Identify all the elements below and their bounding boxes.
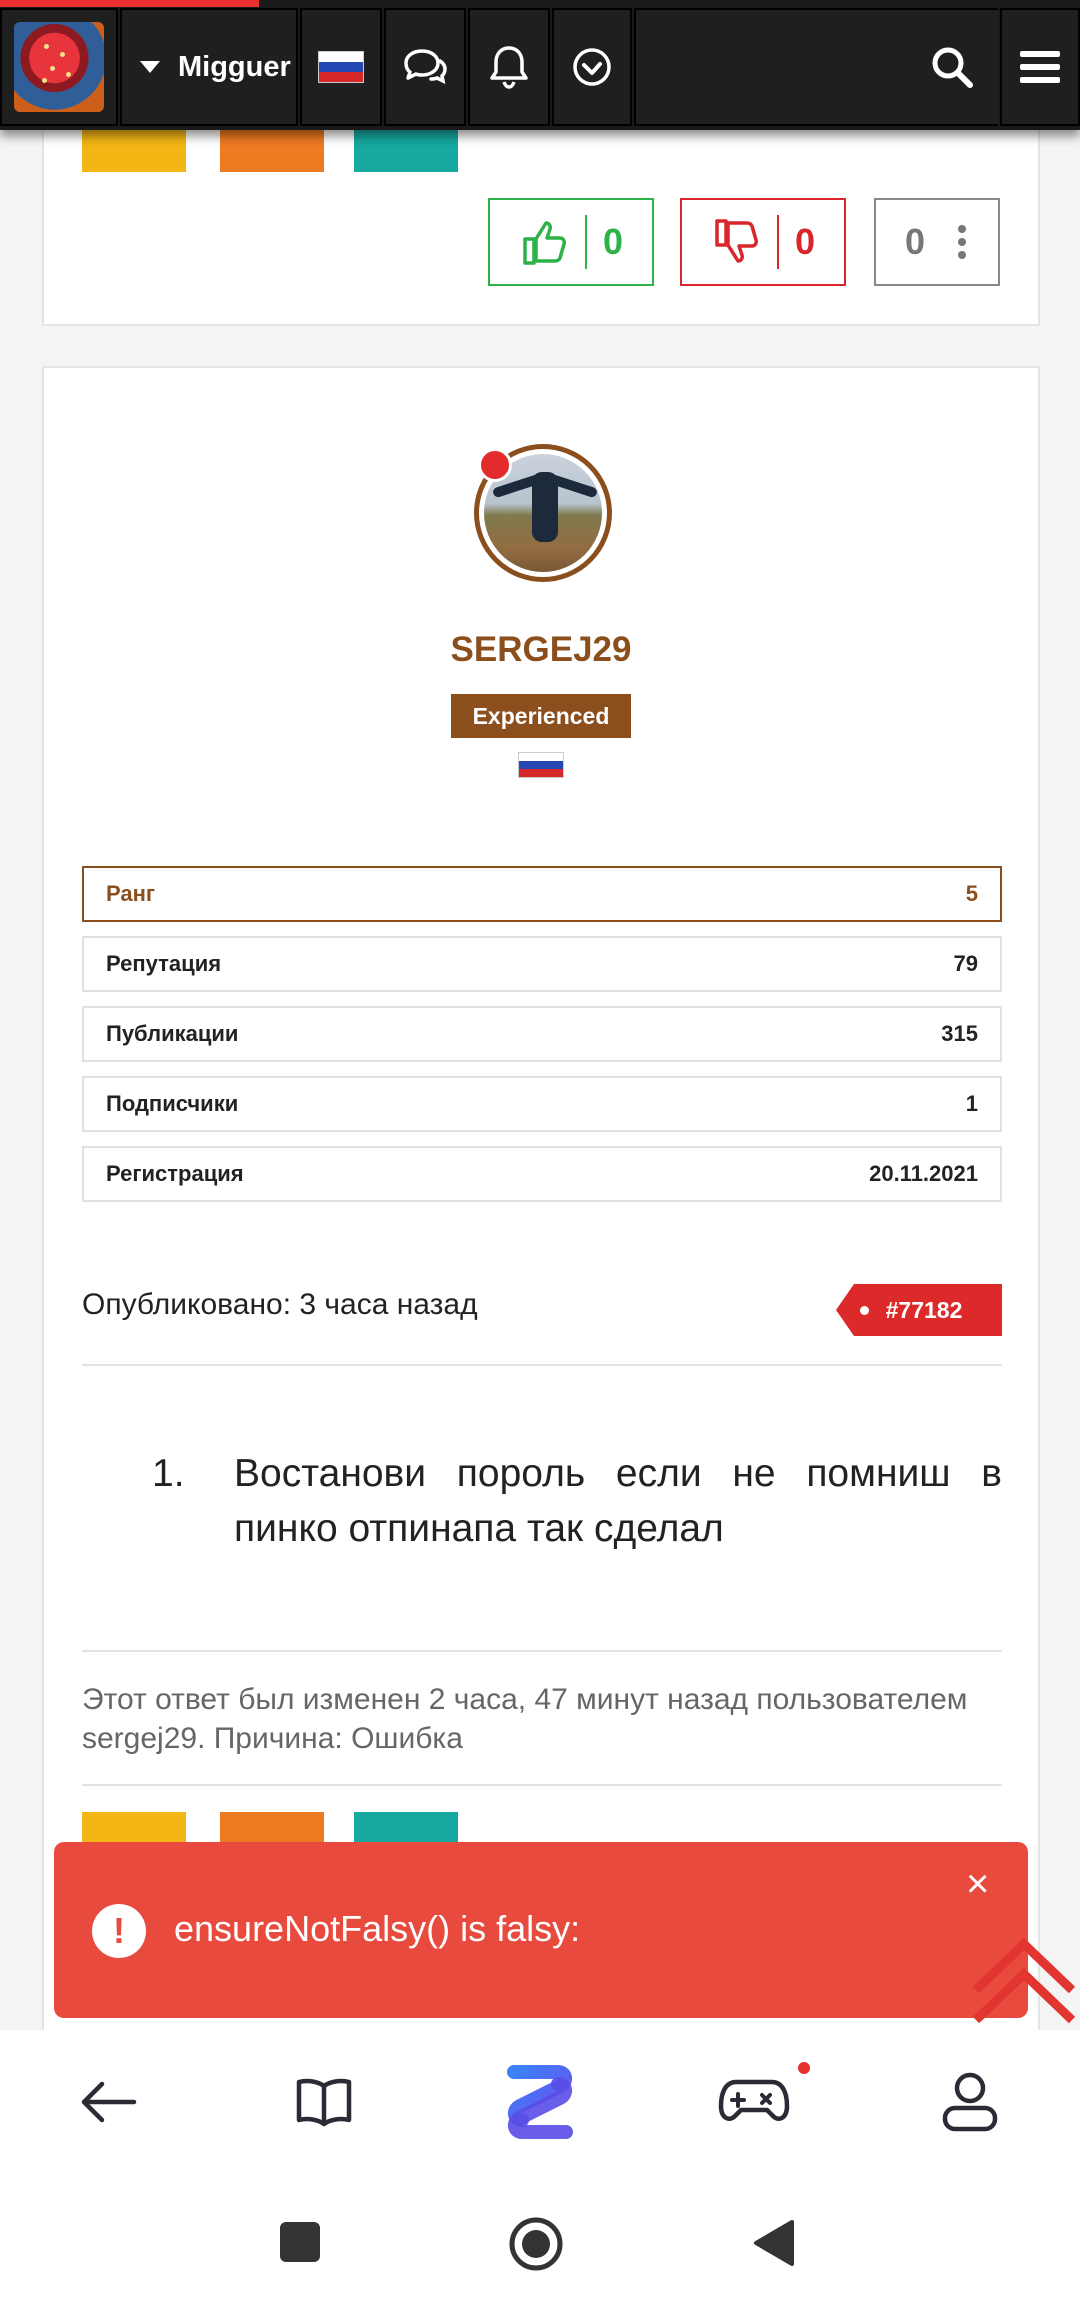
stat-label: Публикации: [106, 1021, 239, 1046]
exclamation-icon: !: [92, 1904, 146, 1958]
divider: [82, 1364, 1002, 1366]
book-icon: [296, 2078, 352, 2127]
stat-value: 20.11.2021: [869, 1161, 978, 1186]
post-id-tag[interactable]: #77182: [836, 1284, 1002, 1336]
stat-label: Репутация: [106, 951, 222, 976]
toast-message: ensureNotFalsy() is falsy:: [174, 1908, 581, 1949]
page-load-progress: [0, 0, 260, 7]
dislike-count: 0: [794, 221, 816, 262]
vertical-dots-icon: [958, 225, 967, 259]
stat-row-registration: Регистрация 20.11.2021: [82, 1146, 1002, 1202]
vote-divider: [584, 215, 587, 269]
user-menu-dropdown[interactable]: Migguer: [120, 8, 298, 126]
nav-library[interactable]: [288, 2066, 360, 2138]
status-indicator: [478, 448, 512, 482]
stat-row-followers: Подписчики 1: [82, 1076, 1002, 1132]
like-count: 0: [602, 221, 624, 262]
error-toast: ! ensureNotFalsy() is falsy: ×: [54, 1842, 1028, 2018]
profile-icon: [942, 2072, 998, 2132]
list-number: 1.: [152, 1452, 185, 1495]
like-button[interactable]: 0: [488, 198, 654, 286]
stat-row-publications: Публикации 315: [82, 1006, 1002, 1062]
stat-label: Ранг: [106, 881, 156, 906]
recents-square-icon[interactable]: [280, 2222, 320, 2262]
bell-icon: [490, 46, 528, 89]
bottom-navigation: [0, 2030, 1080, 2176]
stat-value: 79: [953, 951, 978, 976]
check-circle-icon: [573, 48, 611, 86]
nav-profile[interactable]: [934, 2066, 1006, 2138]
stat-row-rank: Ранг 5: [82, 866, 1002, 922]
messages-button[interactable]: [384, 8, 466, 126]
notification-dot: [798, 2062, 810, 2074]
hamburger-menu-icon: [1020, 51, 1060, 83]
stat-value: 315: [941, 1021, 978, 1046]
top-header: Migguer: [0, 0, 1080, 130]
scroll-to-top-icon[interactable]: [968, 1920, 1080, 2032]
post-id: #77182: [885, 1296, 963, 1323]
russia-flag-icon: [318, 51, 364, 83]
gamepad-icon: [718, 2079, 790, 2121]
divider: [82, 1650, 1002, 1652]
stat-value: 1: [965, 1091, 978, 1116]
chat-icon: [404, 49, 447, 85]
stat-label: Подписчики: [106, 1091, 239, 1116]
avatar: [14, 22, 104, 112]
header-username: Migguer: [178, 50, 291, 83]
stat-label: Регистрация: [106, 1161, 244, 1186]
activity-button[interactable]: [552, 8, 632, 126]
edit-note: Этот ответ был изменен 2 часа, 47 минут …: [82, 1683, 968, 1755]
dislike-button[interactable]: 0: [680, 198, 846, 286]
language-button[interactable]: [300, 8, 382, 126]
app-logo-icon: [507, 2065, 573, 2139]
thumbs-down-icon: [715, 219, 758, 263]
caret-down-icon: [140, 61, 160, 73]
nav-back[interactable]: [72, 2066, 144, 2138]
search-icon: [932, 47, 973, 88]
author-username[interactable]: SERGEJ29: [44, 630, 1038, 670]
main-menu-button[interactable]: [1000, 8, 1080, 126]
system-navigation-bar: [0, 2176, 1080, 2309]
home-circle-icon[interactable]: [508, 2216, 564, 2272]
back-triangle-icon[interactable]: [752, 2218, 796, 2268]
divider: [82, 1784, 1002, 1786]
vote-divider: [776, 215, 779, 269]
published-time: Опубликовано: 3 часа назад: [82, 1288, 478, 1321]
back-arrow-icon: [81, 2081, 137, 2123]
post-text: Востанови пороль если не помниш в пинко …: [234, 1452, 1002, 1550]
stat-value: 5: [965, 881, 978, 906]
russia-flag-icon: [518, 752, 564, 778]
nav-games[interactable]: [718, 2062, 810, 2138]
score-count: 0: [904, 221, 926, 262]
nav-home[interactable]: [500, 2065, 580, 2139]
notifications-button[interactable]: [468, 8, 550, 126]
score-options-button[interactable]: 0: [874, 198, 1000, 286]
search-button[interactable]: [634, 8, 998, 126]
stat-row-reputation: Репутация 79: [82, 936, 1002, 992]
thumbs-up-icon: [523, 221, 566, 265]
user-avatar-button[interactable]: [0, 8, 118, 126]
rank-badge: Experienced: [451, 694, 631, 738]
close-icon[interactable]: ×: [966, 1864, 989, 1904]
